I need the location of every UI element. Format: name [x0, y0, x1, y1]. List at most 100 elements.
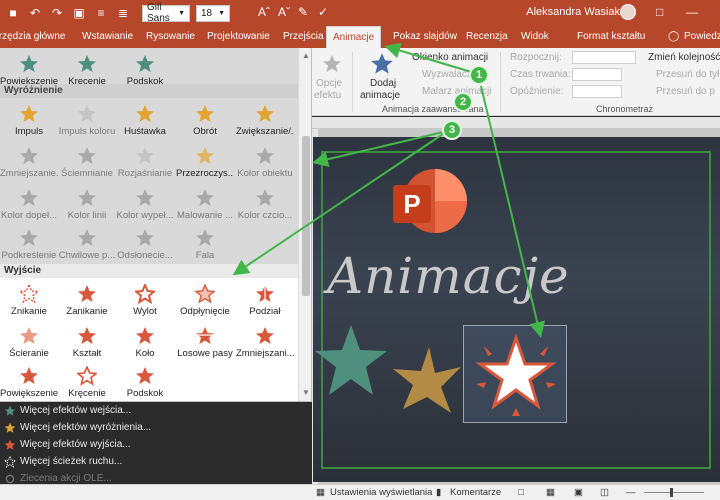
gallery-item[interactable]: Przezroczys... — [176, 146, 234, 179]
slideshow-view-icon[interactable]: ◫ — [600, 487, 609, 498]
more-motion-paths[interactable]: Więcej ścieżek ruchu... — [0, 453, 312, 471]
trigger-button[interactable]: Wyzwalacz — [422, 69, 472, 80]
font-size-box[interactable]: 18 ▼ — [196, 4, 230, 22]
gallery-item[interactable]: Podział — [236, 284, 294, 317]
slide-canvas[interactable]: P Animacje — [313, 137, 720, 482]
comments-button[interactable]: Komentarze — [450, 487, 501, 498]
star-entrance-icon[interactable] — [313, 323, 389, 399]
star-emphasis-icon[interactable] — [389, 343, 465, 419]
gallery-item[interactable]: Ścieranie — [0, 326, 58, 359]
scroll-down-icon[interactable]: ▼ — [301, 388, 311, 398]
save-icon[interactable]: ■ — [4, 4, 22, 22]
avatar[interactable] — [620, 4, 636, 20]
effect-options-icon[interactable] — [322, 54, 342, 74]
gallery-item[interactable]: Zmniejszani... — [236, 326, 294, 359]
redo-icon[interactable]: ↷ — [48, 4, 66, 22]
gallery-item[interactable]: Koło — [116, 326, 174, 359]
numbered-list-icon[interactable]: ≣ — [114, 4, 132, 22]
minimize-icon[interactable]: — — [686, 5, 698, 19]
format-painter-icon[interactable]: ✎ — [298, 5, 308, 19]
tab-draw[interactable]: Rysowanie — [146, 26, 195, 48]
delay-input[interactable] — [572, 85, 622, 98]
zoom-slider-thumb[interactable] — [670, 488, 673, 497]
gallery-item[interactable]: Kręcenie — [58, 54, 116, 87]
undo-icon[interactable]: ↶ — [26, 4, 44, 22]
tab-home[interactable]: Narzędzia główne — [0, 26, 66, 48]
gallery-item[interactable]: Podskok — [116, 54, 174, 87]
more-entrance-effects[interactable]: Więcej efektów wejścia... — [0, 402, 312, 420]
gallery-item[interactable]: Obrót — [176, 104, 234, 137]
slide-sorter-icon[interactable]: ▦ — [546, 487, 555, 498]
star-icon — [77, 366, 97, 386]
move-earlier-button[interactable]: Przesuń do tył — [656, 69, 719, 80]
gallery-item[interactable]: Podskok — [116, 366, 174, 399]
tab-review[interactable]: Recenzja — [466, 26, 508, 48]
tab-transitions[interactable]: Przejścia — [283, 26, 324, 48]
gallery-item[interactable]: Impuls — [0, 104, 58, 137]
scrollbar-thumb[interactable] — [302, 136, 310, 296]
font-name-box[interactable]: Gill Sans ▼ — [142, 2, 190, 24]
gallery-item[interactable]: Huśtawka — [116, 104, 174, 137]
zoom-slider[interactable] — [644, 492, 704, 493]
tab-slideshow[interactable]: Pokaz slajdów — [393, 26, 457, 48]
animation-pane-button[interactable]: Okienko animacji — [412, 52, 488, 63]
notes-icon[interactable]: ▦ — [316, 487, 325, 498]
gallery-item[interactable]: Kręcenie — [58, 366, 116, 399]
gallery-item: Ściemnianie — [58, 146, 116, 179]
gallery-scrollbar[interactable]: ▲ ▼ — [298, 48, 311, 401]
chevron-down-icon[interactable]: ▼ — [178, 10, 185, 17]
gallery-item[interactable]: Wylot — [116, 284, 174, 317]
comment-icon[interactable]: ▮ — [436, 487, 441, 498]
star-icon — [78, 55, 96, 72]
add-animation-label-2[interactable]: animacje — [360, 90, 400, 101]
move-later-button[interactable]: Przesuń do p — [656, 86, 715, 97]
gallery-item-label: Chwilowe p... — [58, 250, 116, 261]
eyedropper-icon[interactable]: ✓ — [318, 5, 328, 19]
gallery-item[interactable]: Kształt — [58, 326, 116, 359]
zoom-out-icon[interactable]: — — [626, 487, 636, 498]
menu-item-label: Więcej efektów wyjścia... — [20, 439, 131, 450]
tab-tell-me[interactable]: Powiedz — [684, 26, 720, 48]
tab-animations[interactable]: Animacje — [326, 26, 382, 48]
add-animation-label-1[interactable]: Dodaj — [370, 78, 396, 89]
section-header-exit: Wyjście — [0, 264, 298, 278]
scroll-up-icon[interactable]: ▲ — [301, 51, 311, 61]
gallery-item-label: Impuls koloru — [58, 126, 116, 137]
gallery-item[interactable]: Zwiększanie/... — [236, 104, 294, 137]
star-icon — [136, 229, 154, 246]
tab-design[interactable]: Projektowanie — [207, 26, 270, 48]
ribbon-display-icon[interactable]: □ — [656, 5, 663, 19]
duration-input[interactable] — [572, 68, 622, 81]
gallery-item[interactable]: Losowe pasy — [176, 326, 234, 359]
gallery-item[interactable]: Znikanie — [0, 284, 58, 317]
ribbon-tabs: Narzędzia główne Wstawianie Rysowanie Pr… — [0, 26, 720, 48]
gallery-item[interactable]: Odpłynięcie — [176, 284, 234, 317]
add-animation-icon[interactable] — [370, 52, 394, 76]
tab-insert[interactable]: Wstawianie — [82, 26, 133, 48]
bullet-list-icon[interactable]: ≡ — [92, 4, 110, 22]
reading-view-icon[interactable]: ▣ — [574, 487, 583, 498]
gallery-item[interactable]: Powiększenie — [0, 366, 58, 399]
chevron-down-icon[interactable]: ▼ — [218, 10, 225, 17]
star-icon — [78, 147, 96, 164]
gallery-item[interactable]: Powiększenie — [0, 54, 58, 87]
normal-view-icon[interactable]: □ — [518, 487, 524, 498]
font-grow-icon[interactable]: Aˆ — [258, 5, 270, 19]
tab-shape-format[interactable]: Format kształtu — [577, 26, 645, 48]
gallery-item-label: Podział — [249, 306, 281, 317]
gallery-item-label: Podkreślenie — [1, 250, 57, 261]
powerpoint-logo-icon: P — [393, 169, 467, 233]
lightbulb-icon[interactable]: ◯ — [668, 26, 679, 48]
tab-view[interactable]: Widok — [521, 26, 549, 48]
font-shrink-icon[interactable]: Aˇ — [278, 5, 290, 19]
selected-shape[interactable] — [463, 325, 567, 423]
start-slideshow-icon[interactable]: ▣ — [70, 4, 88, 22]
effect-options-label-1: Opcje — [316, 78, 343, 89]
more-emphasis-effects[interactable]: Więcej efektów wyróżnienia... — [0, 419, 312, 437]
more-exit-effects[interactable]: Więcej efektów wyjścia... — [0, 436, 312, 454]
display-settings-button[interactable]: Ustawienia wyświetlania — [330, 487, 432, 498]
slide-title[interactable]: Animacje — [327, 247, 570, 305]
start-dropdown[interactable] — [572, 51, 636, 64]
gallery-item[interactable]: Zanikanie — [58, 284, 116, 317]
star-exit-icon[interactable] — [472, 328, 560, 420]
